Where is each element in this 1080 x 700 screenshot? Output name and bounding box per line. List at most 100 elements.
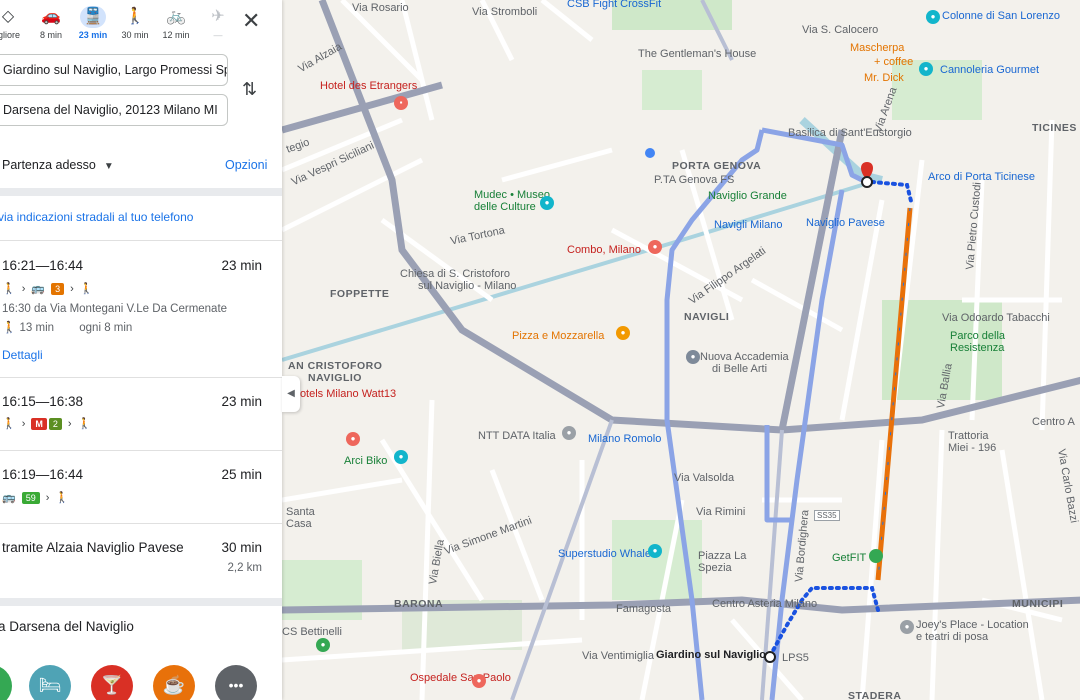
route-duration: 23 min	[221, 258, 262, 273]
map-label: CSB Fight CrossFit	[567, 0, 662, 10]
options-button[interactable]: Opzioni	[225, 158, 267, 172]
map-label: sul Naviglio - Milano	[418, 280, 517, 292]
line-badge: 2	[48, 417, 62, 430]
map-label: FOPPETTE	[330, 288, 390, 300]
mode-flight[interactable]: ✈ —	[196, 6, 240, 40]
hotel-pin-icon[interactable]: ▪	[394, 96, 408, 110]
map-label: Famagosta	[616, 603, 672, 615]
map-label: Santa	[286, 506, 315, 518]
poi-pin-icon[interactable]: ●	[394, 450, 408, 464]
route-walk-frequency: 🚶 13 min ogni 8 min	[2, 320, 132, 334]
mode-walk[interactable]: 🚶 30 min	[113, 6, 157, 40]
museum-pin-icon[interactable]: ●	[540, 196, 554, 210]
map-label: LPS5	[782, 652, 809, 664]
diamond-route-icon: ◇	[1, 8, 15, 25]
map-label: Via Odoardo Tabacchi	[942, 312, 1050, 324]
map-label: Miei - 196	[948, 442, 997, 454]
hospital-pin-icon[interactable]: ●	[472, 674, 486, 688]
walk-icon: 🚶	[2, 322, 17, 334]
bus-icon: 🚌	[2, 492, 16, 504]
map-label: di Belle Arti	[712, 363, 768, 375]
school-pin-icon[interactable]: ●	[686, 350, 700, 364]
map-label: Superstudio Whale	[558, 548, 651, 560]
route-departure-text: 16:30 da Via Montegani V.Le Da Cermenate	[2, 303, 228, 315]
directions-panel: ◇ igliore 🚗 8 min 🚆 23 min 🚶 30 min 🚲 12…	[0, 0, 282, 700]
map-label: TICINES	[1032, 122, 1077, 134]
map-label: MUNICIPI	[1012, 598, 1064, 610]
more-icon[interactable]: •••	[215, 665, 257, 700]
origin-input[interactable]: Giardino sul Naviglio, Largo Promessi Sp…	[0, 54, 228, 86]
divider	[0, 598, 282, 606]
mode-bike[interactable]: 🚲 12 min	[154, 6, 198, 40]
travel-mode-bar: ◇ igliore 🚗 8 min 🚆 23 min 🚶 30 min 🚲 12…	[0, 0, 282, 46]
walk-icon: 🚶	[2, 418, 16, 430]
map-label: STADERA	[848, 690, 902, 700]
destination-input[interactable]: Darsena del Naviglio, 20123 Milano MI	[0, 94, 228, 126]
cafe-icon[interactable]: ☕	[153, 665, 195, 700]
details-link[interactable]: Dettagli	[2, 348, 43, 362]
map-label: NAVIGLI	[684, 311, 730, 323]
swap-icon[interactable]: ⇅	[242, 79, 257, 100]
collapse-panel-button[interactable]: ◀	[282, 376, 300, 412]
chevron-right-icon: ›	[70, 282, 74, 295]
close-icon[interactable]: ✕	[242, 8, 260, 34]
map-label: Spezia	[698, 562, 732, 574]
map-label: Via Rimini	[696, 506, 746, 518]
divider	[0, 240, 282, 241]
map-label: BARONA	[394, 598, 444, 610]
line-badge: 59	[21, 491, 40, 504]
mode-label: igliore	[0, 30, 20, 40]
map-label: Via Rosario	[352, 2, 409, 14]
landmark-pin-icon[interactable]: ●	[926, 10, 940, 24]
map-label: Mudec • Museo	[474, 189, 550, 201]
venue-pin-icon[interactable]: ●	[900, 620, 914, 634]
map-label: Via Valsolda	[674, 472, 735, 484]
office-pin-icon[interactable]: ●	[562, 426, 576, 440]
send-to-phone-link[interactable]: via indicazioni stradali al tuo telefono	[0, 210, 193, 224]
map-label: Arci Biko	[344, 455, 388, 467]
car-icon: 🚗	[41, 8, 61, 25]
bar-icon[interactable]: 🍸	[91, 665, 133, 700]
cafe-pin-icon[interactable]: ●	[919, 62, 933, 76]
walk-route-distance: 2,2 km	[227, 562, 262, 574]
bus-icon: 🚌	[31, 283, 46, 295]
restaurant-icon[interactable]: ●	[0, 665, 12, 700]
map-label: Centro A	[1032, 416, 1075, 428]
venue-pin-icon[interactable]: ●	[648, 544, 662, 558]
departure-selector[interactable]: Partenza adesso ▼	[2, 158, 114, 172]
map-label: CS Bettinelli	[282, 626, 342, 638]
metro-icon: M	[31, 417, 47, 430]
road-shield: SS35	[814, 510, 840, 521]
map-label: GetFIT	[832, 552, 867, 564]
map-label: P.TA Genova FS	[654, 174, 735, 186]
getfit-pin	[869, 549, 883, 563]
map-label: Naviglio Grande	[708, 190, 787, 202]
map-label: Casa	[286, 518, 312, 530]
map-label: Via Ventimiglia	[582, 650, 654, 662]
park-pin-icon[interactable]: ●	[316, 638, 330, 652]
origin-marker	[764, 651, 776, 663]
line-badge: 3	[51, 282, 65, 295]
map-label: Via Stromboli	[472, 6, 538, 18]
mode-best[interactable]: ◇ igliore	[0, 6, 30, 40]
mode-transit[interactable]: 🚆 23 min	[71, 6, 115, 40]
hotel-icon[interactable]: 🛏	[29, 665, 71, 700]
map-canvas[interactable]: Via Rosario Via Stromboli CSB Fight Cros…	[282, 0, 1080, 700]
map-label: Cannoleria Gourmet	[940, 64, 1040, 76]
restaurant-pin-icon[interactable]: ●	[648, 240, 662, 254]
map-label: Arco di Porta Ticinese	[928, 171, 1035, 183]
restaurant-pin-icon[interactable]: ●	[616, 326, 630, 340]
chevron-right-icon: ›	[21, 417, 26, 430]
map-label: delle Culture	[474, 201, 536, 213]
chevron-right-icon: ›	[21, 282, 26, 295]
hotel-pin-icon[interactable]: ●	[346, 432, 360, 446]
divider	[0, 450, 282, 451]
map-label: Joey's Place - Location	[916, 619, 1029, 631]
mode-car[interactable]: 🚗 8 min	[29, 6, 73, 40]
map-label: Basilica di Sant'Eustorgio	[788, 127, 912, 139]
map-label: Giardino sul Naviglio	[656, 649, 767, 661]
map-label: Combo, Milano	[567, 244, 641, 256]
route-duration: 23 min	[221, 394, 262, 409]
destination-dot	[861, 176, 873, 188]
divider	[0, 188, 282, 196]
